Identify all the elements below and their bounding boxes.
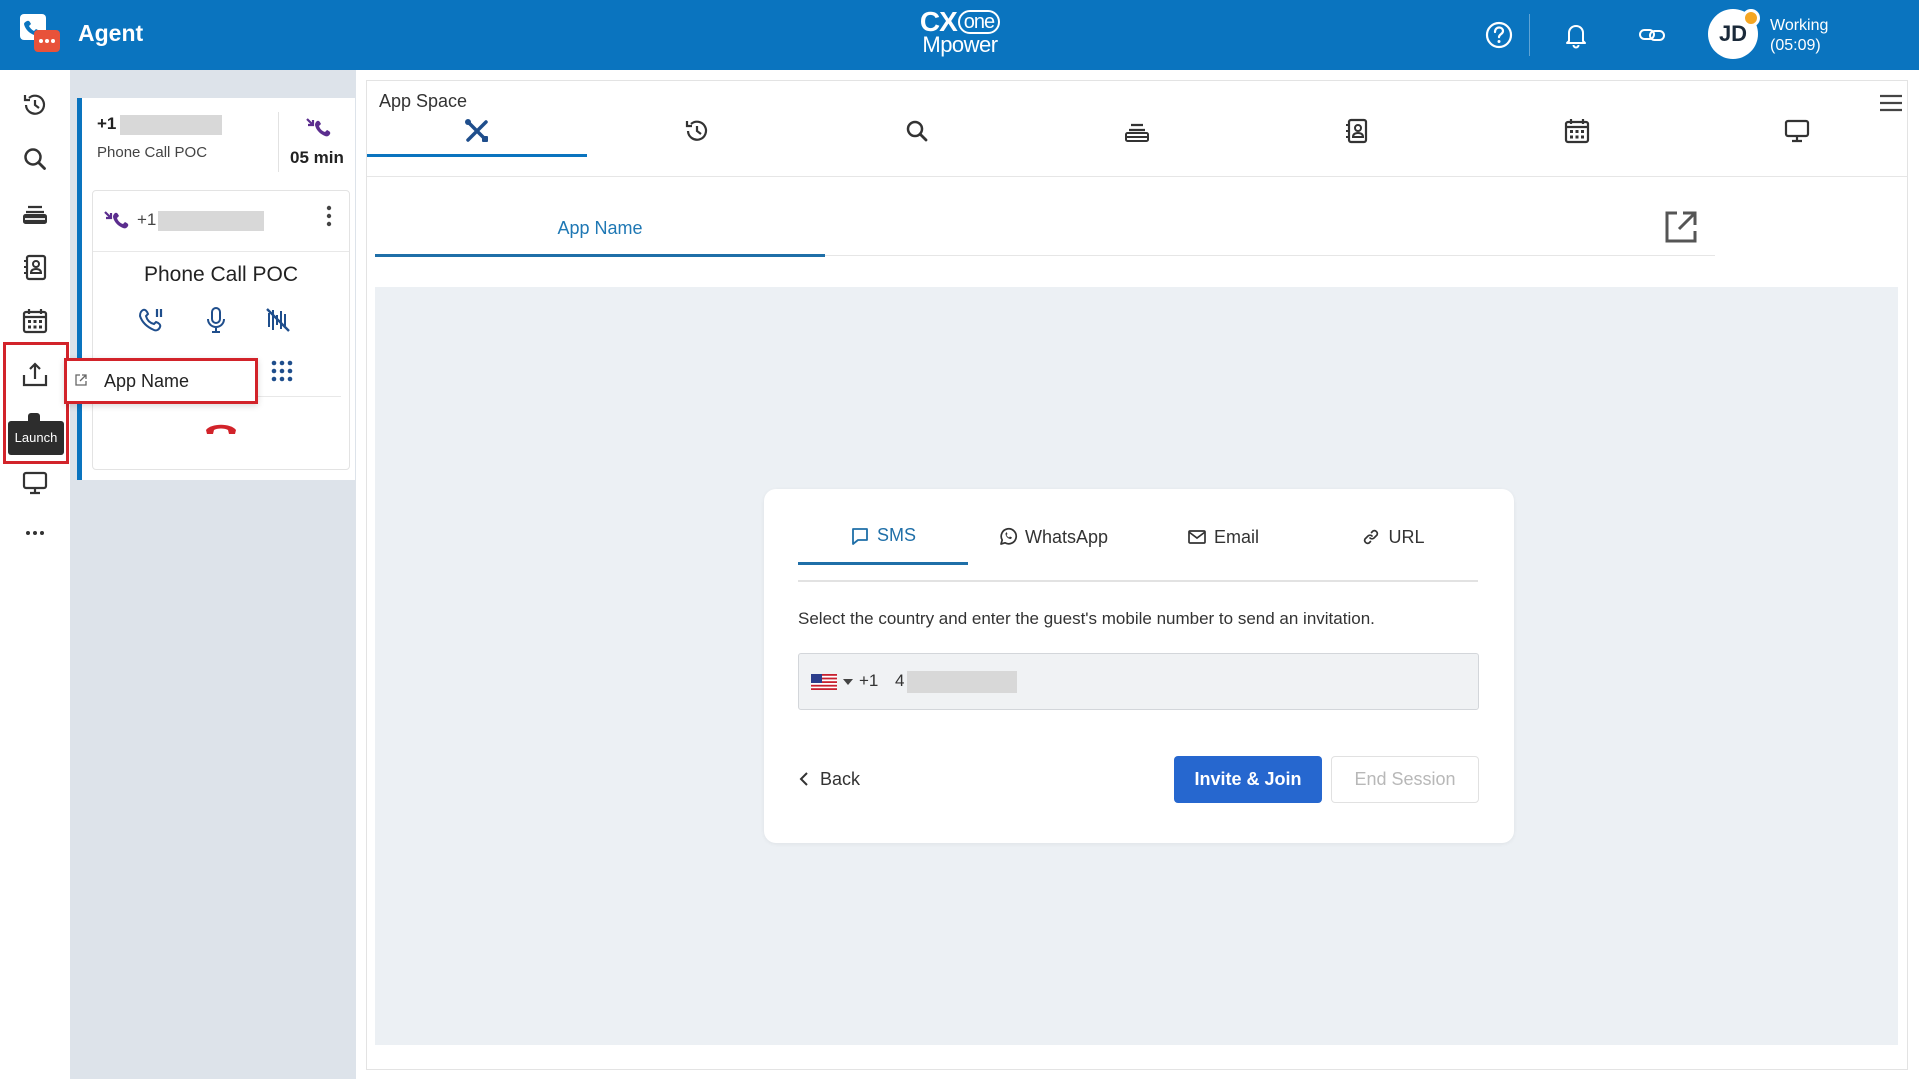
- phone-value: 4: [895, 671, 905, 690]
- unmute-disabled-icon[interactable]: [263, 305, 293, 335]
- launch-menu: App Name: [64, 358, 258, 404]
- chevron-left-icon: [799, 772, 808, 786]
- contact-label: Phone Call POC: [97, 144, 208, 161]
- dial-code: +1: [859, 671, 879, 690]
- top-header: Agent CX one Mpower JD Working (05:09): [0, 0, 1919, 70]
- contacts-icon: [1346, 118, 1368, 144]
- calendar-icon: [1564, 119, 1590, 144]
- tab-whatsapp[interactable]: WhatsApp: [968, 509, 1138, 565]
- chevron-down-icon[interactable]: [843, 679, 853, 685]
- tab-calendar[interactable]: [1467, 105, 1687, 157]
- subtab-divider: [825, 255, 1715, 256]
- agent-status[interactable]: Working (05:09): [1770, 16, 1828, 56]
- launch-tooltip: Launch: [8, 421, 64, 455]
- header-divider: [1529, 14, 1530, 56]
- call-title: Phone Call POC: [143, 263, 299, 286]
- app-title: Agent: [78, 20, 144, 46]
- history-icon: [685, 120, 708, 141]
- hold-icon[interactable]: [137, 305, 167, 335]
- us-flag-icon[interactable]: [811, 674, 837, 690]
- monitor-icon: [1784, 119, 1810, 143]
- invite-card: SMS WhatsApp Email URL Select the countr…: [764, 489, 1514, 843]
- tab-url[interactable]: URL: [1308, 509, 1478, 565]
- whatsapp-icon: [1000, 527, 1018, 545]
- launch-menu-item-app-name[interactable]: App Name: [104, 371, 189, 392]
- dialpad-icon[interactable]: [269, 359, 295, 385]
- invite-tab-divider: [798, 580, 1478, 582]
- call-control-card: +1 Phone Call POC: [92, 190, 350, 470]
- call-duration: 05 min: [290, 148, 344, 167]
- tab-contacts[interactable]: [1247, 105, 1467, 157]
- contact-card[interactable]: +1 Phone Call POC 05 min +1 Phone Call P…: [77, 98, 355, 480]
- status-dot: [1742, 9, 1760, 27]
- end-session-button[interactable]: End Session: [1331, 756, 1479, 803]
- contact-number: +1: [97, 114, 223, 135]
- tab-queue[interactable]: [1027, 105, 1247, 157]
- tab-monitor[interactable]: [1687, 105, 1907, 157]
- tab-tools[interactable]: [367, 105, 587, 157]
- search-icon[interactable]: [20, 144, 50, 174]
- redacted-number: [907, 671, 1017, 693]
- help-icon[interactable]: [1483, 19, 1515, 51]
- tab-sms[interactable]: SMS: [798, 509, 968, 565]
- popout-icon[interactable]: [1661, 207, 1701, 247]
- contact-summary[interactable]: +1 Phone Call POC 05 min: [82, 98, 355, 186]
- tools-icon: [465, 119, 488, 142]
- invite-join-button[interactable]: Invite & Join: [1174, 756, 1322, 803]
- link-icon: [1364, 529, 1379, 545]
- phone-input[interactable]: +1 4: [798, 653, 1479, 710]
- summary-divider: [278, 112, 279, 172]
- queue-icon[interactable]: [20, 198, 50, 228]
- link-icon[interactable]: [1636, 19, 1668, 51]
- tab-email[interactable]: Email: [1138, 509, 1308, 565]
- calendar-icon[interactable]: [20, 306, 50, 336]
- history-icon[interactable]: [20, 90, 50, 120]
- queue-icon: [1125, 123, 1149, 142]
- card-divider: [93, 251, 349, 252]
- bell-icon[interactable]: [1560, 19, 1592, 51]
- invite-instruction: Select the country and enter the guest's…: [798, 609, 1375, 628]
- monitor-icon[interactable]: [20, 468, 50, 498]
- incoming-call-icon: [102, 209, 134, 233]
- agent-logo-icon: [18, 12, 62, 56]
- kebab-menu-icon[interactable]: [323, 203, 335, 229]
- brand-logo: CX one Mpower: [915, 8, 1005, 62]
- tab-app-name[interactable]: App Name: [375, 201, 825, 257]
- tab-divider: [367, 176, 1907, 177]
- mute-icon[interactable]: [201, 305, 231, 335]
- back-button[interactable]: Back: [798, 767, 860, 791]
- email-icon: [1188, 530, 1206, 544]
- tab-search[interactable]: [807, 105, 1027, 157]
- call-number: +1: [137, 210, 265, 231]
- external-link-icon: [74, 373, 88, 387]
- sms-icon: [852, 527, 868, 545]
- hangup-icon[interactable]: [203, 417, 239, 437]
- tab-history[interactable]: [587, 105, 807, 157]
- incoming-call-icon: [304, 116, 336, 142]
- left-nav: [0, 70, 70, 1079]
- more-icon[interactable]: [20, 518, 50, 548]
- contacts-icon[interactable]: [20, 252, 50, 282]
- search-icon: [906, 120, 928, 142]
